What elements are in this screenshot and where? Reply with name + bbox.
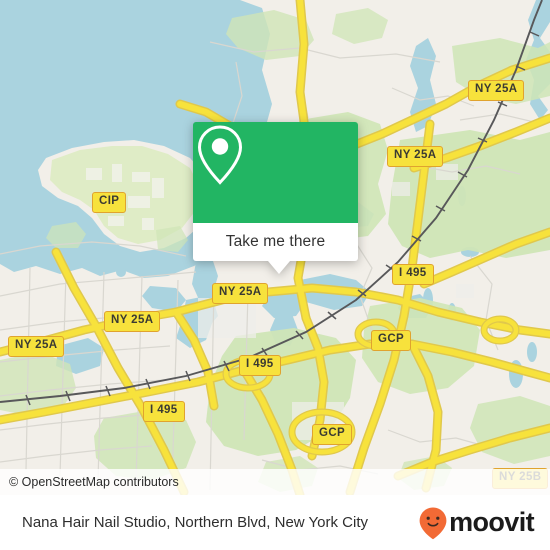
moovit-logo[interactable]: moovit bbox=[418, 506, 535, 540]
road-shield-i495-west: I 495 bbox=[143, 401, 185, 422]
osm-attribution-text[interactable]: © OpenStreetMap contributors bbox=[0, 475, 179, 489]
place-title: Nana Hair Nail Studio, Northern Blvd, Ne… bbox=[22, 514, 368, 531]
moovit-pin-smiley-icon bbox=[419, 507, 447, 539]
map-attribution-bar: © OpenStreetMap contributors bbox=[0, 469, 550, 495]
road-shield-i495-east: I 495 bbox=[392, 264, 434, 285]
take-me-there-label: Take me there bbox=[225, 233, 326, 250]
road-shield-i495-mid: I 495 bbox=[239, 355, 281, 376]
location-popup-card[interactable]: Take me there bbox=[193, 122, 358, 274]
map-pin-icon bbox=[197, 125, 243, 185]
road-shield-ny25a-sw: NY 25A bbox=[8, 336, 65, 357]
bottom-info-bar: Nana Hair Nail Studio, Northern Blvd, Ne… bbox=[0, 495, 550, 550]
road-shield-cip: CIP bbox=[92, 192, 127, 213]
road-shield-ny25a-ne: NY 25A bbox=[468, 80, 525, 101]
popup-action-bar[interactable]: Take me there bbox=[193, 223, 358, 261]
road-shield-gcp-east: GCP bbox=[371, 330, 412, 351]
road-shield-gcp-south: GCP bbox=[312, 424, 353, 445]
road-shield-ny25a-mid: NY 25A bbox=[212, 283, 269, 304]
popup-pointer-tail bbox=[268, 261, 290, 274]
road-shield-ny25a-east: NY 25A bbox=[387, 146, 444, 167]
popup-icon-panel bbox=[193, 122, 358, 223]
map-canvas[interactable]: NY 25A NY 25A CIP I 495 NY 25A NY 25A NY… bbox=[0, 0, 550, 495]
map-screenshot-root: NY 25A NY 25A CIP I 495 NY 25A NY 25A NY… bbox=[0, 0, 550, 550]
moovit-wordmark: moovit bbox=[449, 507, 535, 537]
road-shield-ny25a-west: NY 25A bbox=[104, 311, 161, 332]
